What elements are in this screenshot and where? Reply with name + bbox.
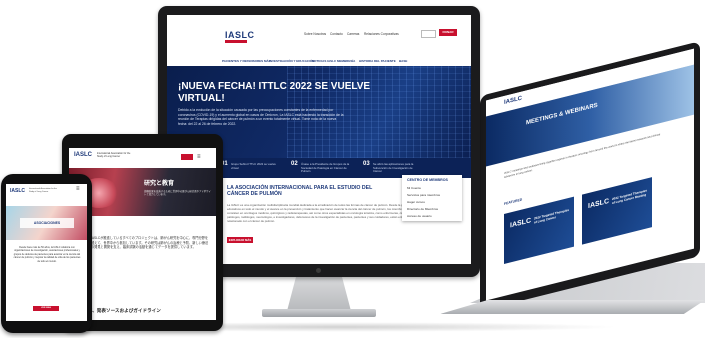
news-number: 03 bbox=[363, 161, 370, 167]
phone-logo-text: International Association for the Study … bbox=[29, 188, 57, 193]
member-menu-item[interactable]: Mi Cuenta bbox=[407, 186, 421, 190]
tablet-section-heading: 臨床、発表ソースおよびガイドライン bbox=[83, 308, 161, 313]
tablet-logo-text: International Association for the Study … bbox=[97, 152, 131, 158]
utility-link[interactable]: Sobre Nosotros bbox=[304, 32, 326, 36]
member-center-dropdown: CENTRO DE MEMBROS Mi Cuenta Servicios pa… bbox=[402, 175, 462, 221]
explore-more-button[interactable]: EXPLORAR MÁS bbox=[227, 237, 253, 243]
laptop-section-title: FEATURED bbox=[504, 197, 523, 207]
tablet-hero-subtitle: 治療結果を改善するために世界中の肺がん研究者やアドボケイトと協力しています。 bbox=[144, 190, 211, 197]
tablet-donate-button[interactable] bbox=[181, 154, 193, 160]
phone-hero-title: ASOCIACIONES bbox=[20, 218, 74, 228]
phone-hero: ASOCIACIONES bbox=[6, 206, 87, 240]
card-logo: IASLC bbox=[588, 197, 609, 211]
news-item[interactable]: Grupo Sefirot ITTLC 2022 se vuelve virtu… bbox=[231, 162, 281, 170]
laptop-screen: IASLC MEETINGS & WEBINARS IASLC meetings… bbox=[486, 48, 694, 301]
monitor-stand-foot bbox=[262, 309, 376, 317]
hero-title: ¡NUEVA FECHA! ITTLC 2022 SE VUELVE VIRTU… bbox=[178, 81, 371, 104]
utility-link[interactable]: Contacto bbox=[330, 32, 343, 36]
nav-item[interactable]: PACIENTES Y DEFENSORES MÁS bbox=[222, 59, 271, 63]
phone-screen: IASLC International Association for the … bbox=[6, 184, 87, 321]
nav-item[interactable]: INVESTIGACIÓN Y EDUCACIÓN bbox=[269, 59, 314, 63]
laptop-event-card[interactable]: IASLC 2022 Targeted Therapies of Lung Ca… bbox=[582, 177, 652, 245]
utility-link[interactable]: Carreras bbox=[347, 32, 359, 36]
member-menu-item[interactable]: Hager cursos bbox=[407, 200, 425, 204]
news-item[interactable]: Se abrió las aplicaciones para la Subven… bbox=[373, 162, 417, 174]
nav-item[interactable]: MEMBRESÍA bbox=[337, 59, 355, 63]
laptop-hero-title: MEETINGS & WEBINARS bbox=[526, 102, 598, 127]
utility-link[interactable]: Relaciones Corporativas bbox=[364, 32, 399, 36]
laptop-event-card[interactable]: IASLC 2022 Targeted Therapies of Lung Ca… bbox=[504, 196, 574, 265]
member-menu-title: CENTRO DE MEMBROS bbox=[407, 178, 448, 182]
tablet-hero-title: 研究と教育 bbox=[144, 181, 175, 187]
card-logo: IASLC bbox=[510, 217, 531, 230]
nav-item[interactable]: NOTICIAS IASLC bbox=[312, 59, 336, 63]
tablet-header: IASLC International Association for the … bbox=[69, 148, 216, 169]
nav-item[interactable]: HISTORIA DEL PACIENTE bbox=[359, 59, 396, 63]
hamburger-menu-icon[interactable]: ≡ bbox=[197, 154, 201, 160]
member-menu-item[interactable]: Acceso de usuario bbox=[407, 214, 432, 218]
news-item[interactable]: Únase a la Presidente de Grupos de la So… bbox=[301, 162, 351, 174]
about-title: LA ASOCIACIÓN INTERNACIONAL PARA EL ESTU… bbox=[227, 185, 373, 198]
desktop-topbar bbox=[167, 15, 471, 26]
desktop-header: IASLC Sobre Nosotros Contacto Carreras R… bbox=[167, 26, 471, 56]
hero-body: Debido a la evolución de la situación ca… bbox=[178, 108, 344, 126]
member-menu-item[interactable]: Servicios para miembros bbox=[407, 193, 440, 197]
hamburger-menu-icon[interactable]: ≡ bbox=[76, 186, 80, 192]
phone-device: IASLC International Association for the … bbox=[1, 174, 92, 333]
logo-accent-bar bbox=[225, 40, 247, 43]
news-number: 02 bbox=[291, 161, 298, 167]
monitor-stand-neck bbox=[287, 277, 351, 311]
phone-more-button[interactable]: VER MÁS bbox=[33, 306, 59, 311]
search-input[interactable] bbox=[421, 30, 436, 38]
desktop-logo[interactable]: IASLC bbox=[225, 30, 255, 40]
phone-logo[interactable]: IASLC bbox=[10, 188, 25, 194]
nav-item[interactable]: BASE bbox=[399, 59, 407, 63]
member-menu-item[interactable]: Directorio de Miembros bbox=[407, 207, 438, 211]
card-title: 2022 Targeted Therapies of Lung Cancer bbox=[534, 207, 569, 225]
card-title: 2022 Targeted Therapies of Lung Cancer M… bbox=[612, 188, 647, 206]
tablet-logo[interactable]: IASLC bbox=[74, 152, 92, 158]
tablet-body-text: IASLCが推進しているすべてのプロジェクトは、肺がん研究を中心に、専門分野を超… bbox=[91, 236, 209, 250]
monitor-power-dot bbox=[316, 268, 321, 273]
laptop-logo[interactable]: IASLC bbox=[504, 96, 522, 106]
phone-body-text: Desde hace más de 50 años, la IASLC cola… bbox=[13, 246, 81, 263]
donate-button[interactable]: DONAR bbox=[439, 29, 457, 36]
